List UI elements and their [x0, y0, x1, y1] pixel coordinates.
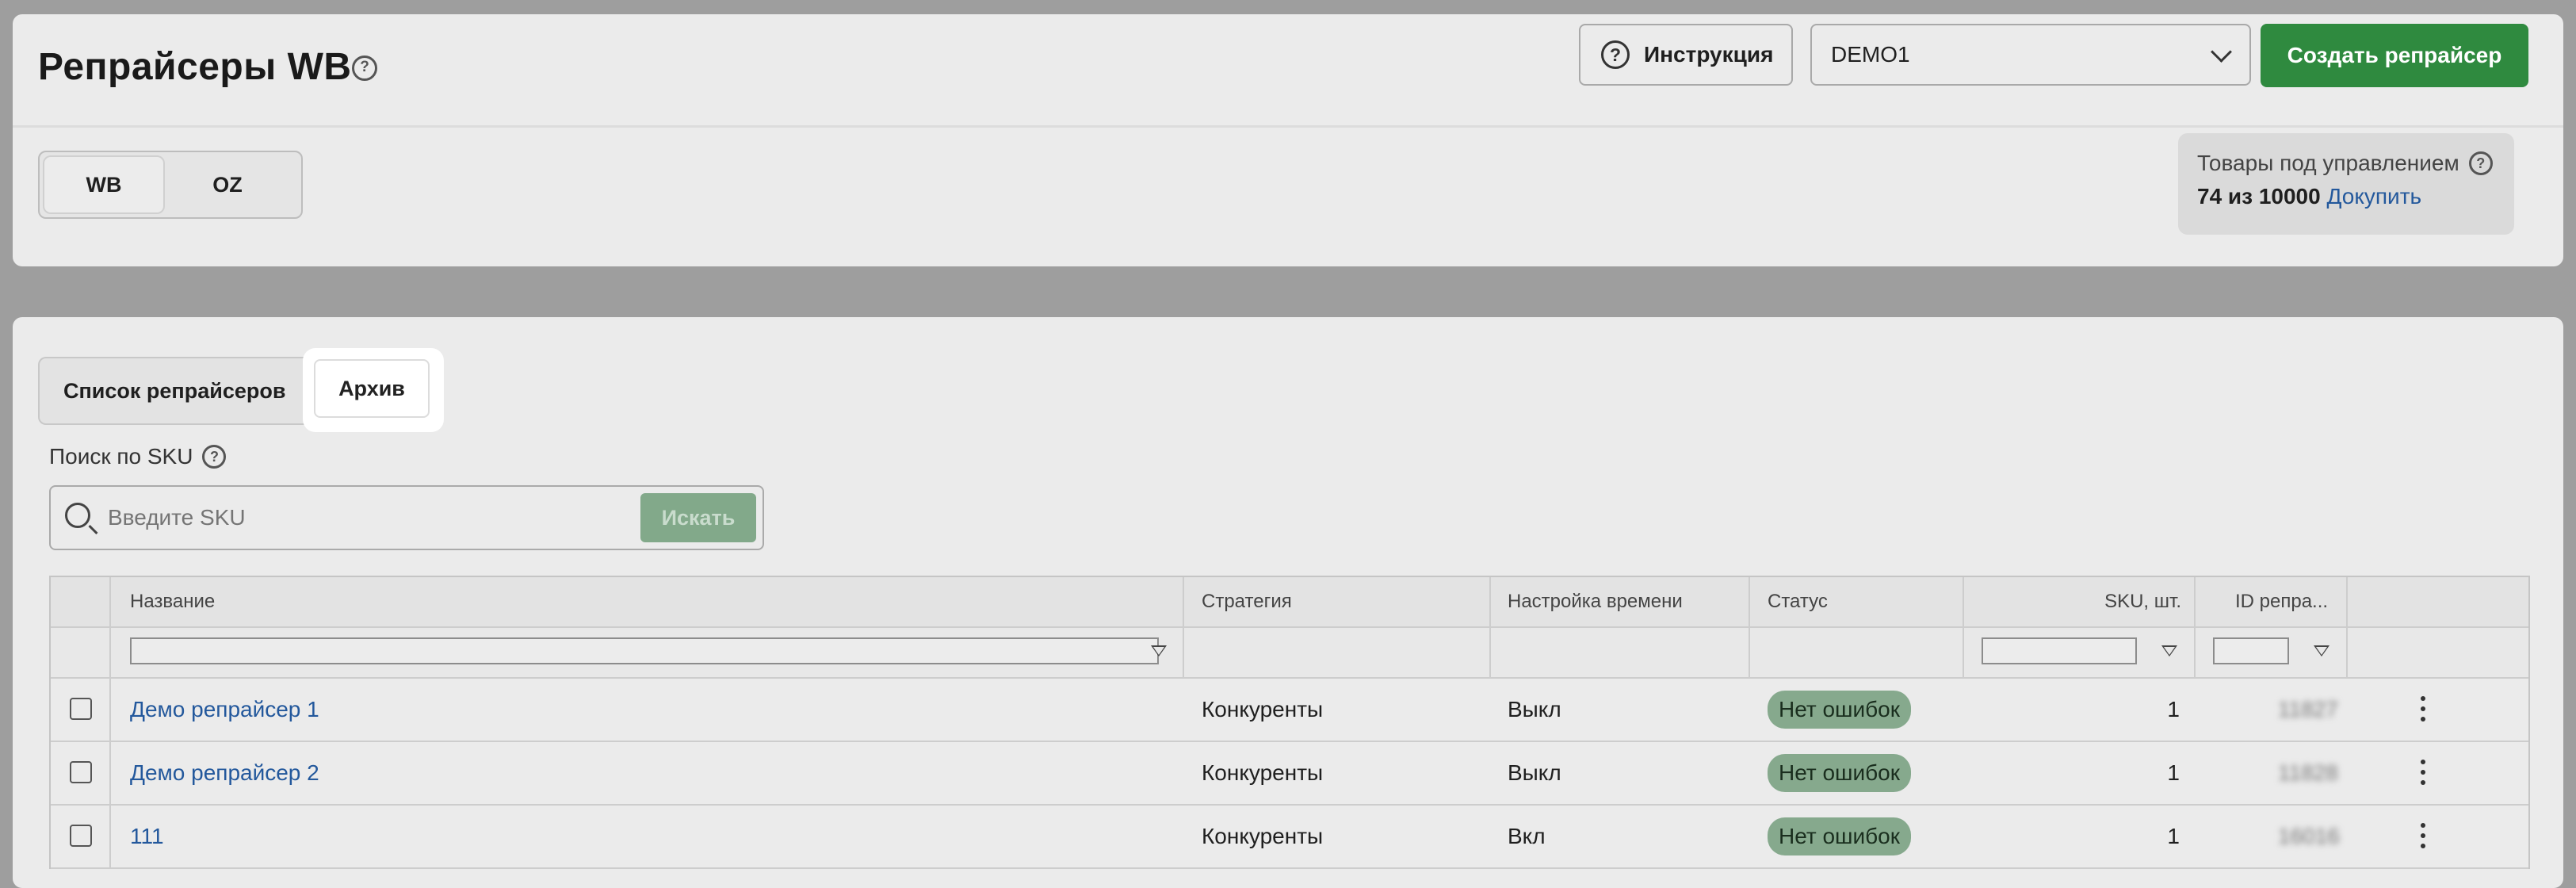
sku-filter-input[interactable] [1982, 637, 2137, 664]
search-icon [65, 503, 90, 528]
buy-more-link[interactable]: Докупить [2326, 184, 2421, 209]
column-header-sku[interactable]: SKU, шт. [1963, 577, 2181, 626]
repricer-id-cell: 11827 [2278, 697, 2338, 722]
column-header-strategy[interactable]: Стратегия [1202, 577, 1292, 626]
header-divider [13, 125, 2563, 128]
sku-count-cell: 1 [2167, 697, 2180, 722]
column-header-id[interactable]: ID репра... [2235, 577, 2328, 626]
filter-icon[interactable] [2314, 645, 2329, 656]
column-header-status[interactable]: Статус [1768, 577, 1828, 626]
help-icon[interactable]: ? [352, 56, 377, 81]
marketplace-toggle: WB OZ [38, 151, 303, 219]
strategy-cell: Конкуренты [1202, 824, 1324, 848]
marketplace-option-wb[interactable]: WB [44, 157, 163, 212]
search-field: Искать [49, 485, 764, 550]
repricer-name-link[interactable]: Демо репрайсер 1 [130, 679, 319, 741]
row-checkbox[interactable] [70, 825, 92, 847]
repricer-table: Название Стратегия Настройка времени Ста… [49, 576, 2530, 869]
repricer-name-link[interactable]: 111 [130, 806, 164, 867]
filter-icon[interactable] [1151, 645, 1167, 656]
search-input[interactable] [108, 487, 615, 549]
repricer-name-link[interactable]: Демо репрайсер 2 [130, 742, 319, 804]
time-setting-cell: Выкл [1508, 760, 1561, 785]
sku-count-cell: 1 [2167, 760, 2180, 785]
table-row: Демо репрайсер 1 Конкуренты Выкл Нет оши… [51, 679, 2528, 742]
account-select-value: DEMO1 [1831, 42, 1910, 67]
strategy-cell: Конкуренты [1202, 760, 1324, 785]
filter-row [51, 628, 2528, 679]
sku-count-cell: 1 [2167, 824, 2180, 848]
status-badge: Нет ошибок [1768, 817, 1912, 855]
instruction-label: Инструкция [1644, 42, 1774, 67]
more-vertical-icon[interactable] [2421, 760, 2425, 788]
tab-archive-highlight: Архив [303, 348, 444, 432]
marketplace-option-oz[interactable]: OZ [168, 157, 287, 212]
tab-bar: Список репрайсеров [38, 357, 310, 425]
quota-title: Товары под управлением [2197, 151, 2459, 175]
tab-repricer-list[interactable]: Список репрайсеров [38, 357, 310, 425]
help-icon[interactable]: ? [2468, 151, 2493, 175]
search-label: Поиск по SKU [49, 444, 193, 469]
chevron-down-icon [2211, 41, 2232, 63]
id-filter-input[interactable] [2213, 637, 2289, 664]
status-badge: Нет ошибок [1768, 691, 1912, 729]
more-vertical-icon[interactable] [2421, 696, 2425, 725]
quota-box: Товары под управлением ? 74 из 10000 Док… [2178, 133, 2514, 235]
question-circle-icon: ? [1601, 40, 1630, 69]
more-vertical-icon[interactable] [2421, 823, 2425, 852]
create-repricer-button[interactable]: Создать репрайсер [2261, 24, 2528, 87]
instruction-button[interactable]: ? Инструкция [1579, 24, 1793, 86]
table-header: Название Стратегия Настройка времени Ста… [51, 577, 2528, 628]
row-checkbox[interactable] [70, 698, 92, 720]
repricer-id-cell: 11828 [2278, 760, 2338, 785]
page-title: Репрайсеры WB [38, 46, 352, 88]
status-badge: Нет ошибок [1768, 754, 1912, 792]
quota-count: 74 из 10000 [2197, 184, 2321, 209]
row-checkbox[interactable] [70, 761, 92, 783]
time-setting-cell: Вкл [1508, 824, 1546, 848]
search-button[interactable]: Искать [640, 493, 756, 542]
account-select[interactable]: DEMO1 [1810, 24, 2251, 86]
column-header-time[interactable]: Настройка времени [1508, 577, 1683, 626]
table-row: Демо репрайсер 2 Конкуренты Выкл Нет оши… [51, 742, 2528, 806]
tab-archive[interactable]: Архив [314, 359, 430, 418]
time-setting-cell: Выкл [1508, 697, 1561, 722]
column-header-name[interactable]: Название [130, 577, 215, 626]
name-filter-input[interactable] [130, 637, 1159, 664]
strategy-cell: Конкуренты [1202, 697, 1324, 722]
filter-icon[interactable] [2161, 645, 2177, 656]
table-row: 111 Конкуренты Вкл Нет ошибок 1 16016 [51, 806, 2528, 869]
help-icon[interactable]: ? [202, 445, 227, 469]
repricer-id-cell: 16016 [2278, 824, 2340, 848]
